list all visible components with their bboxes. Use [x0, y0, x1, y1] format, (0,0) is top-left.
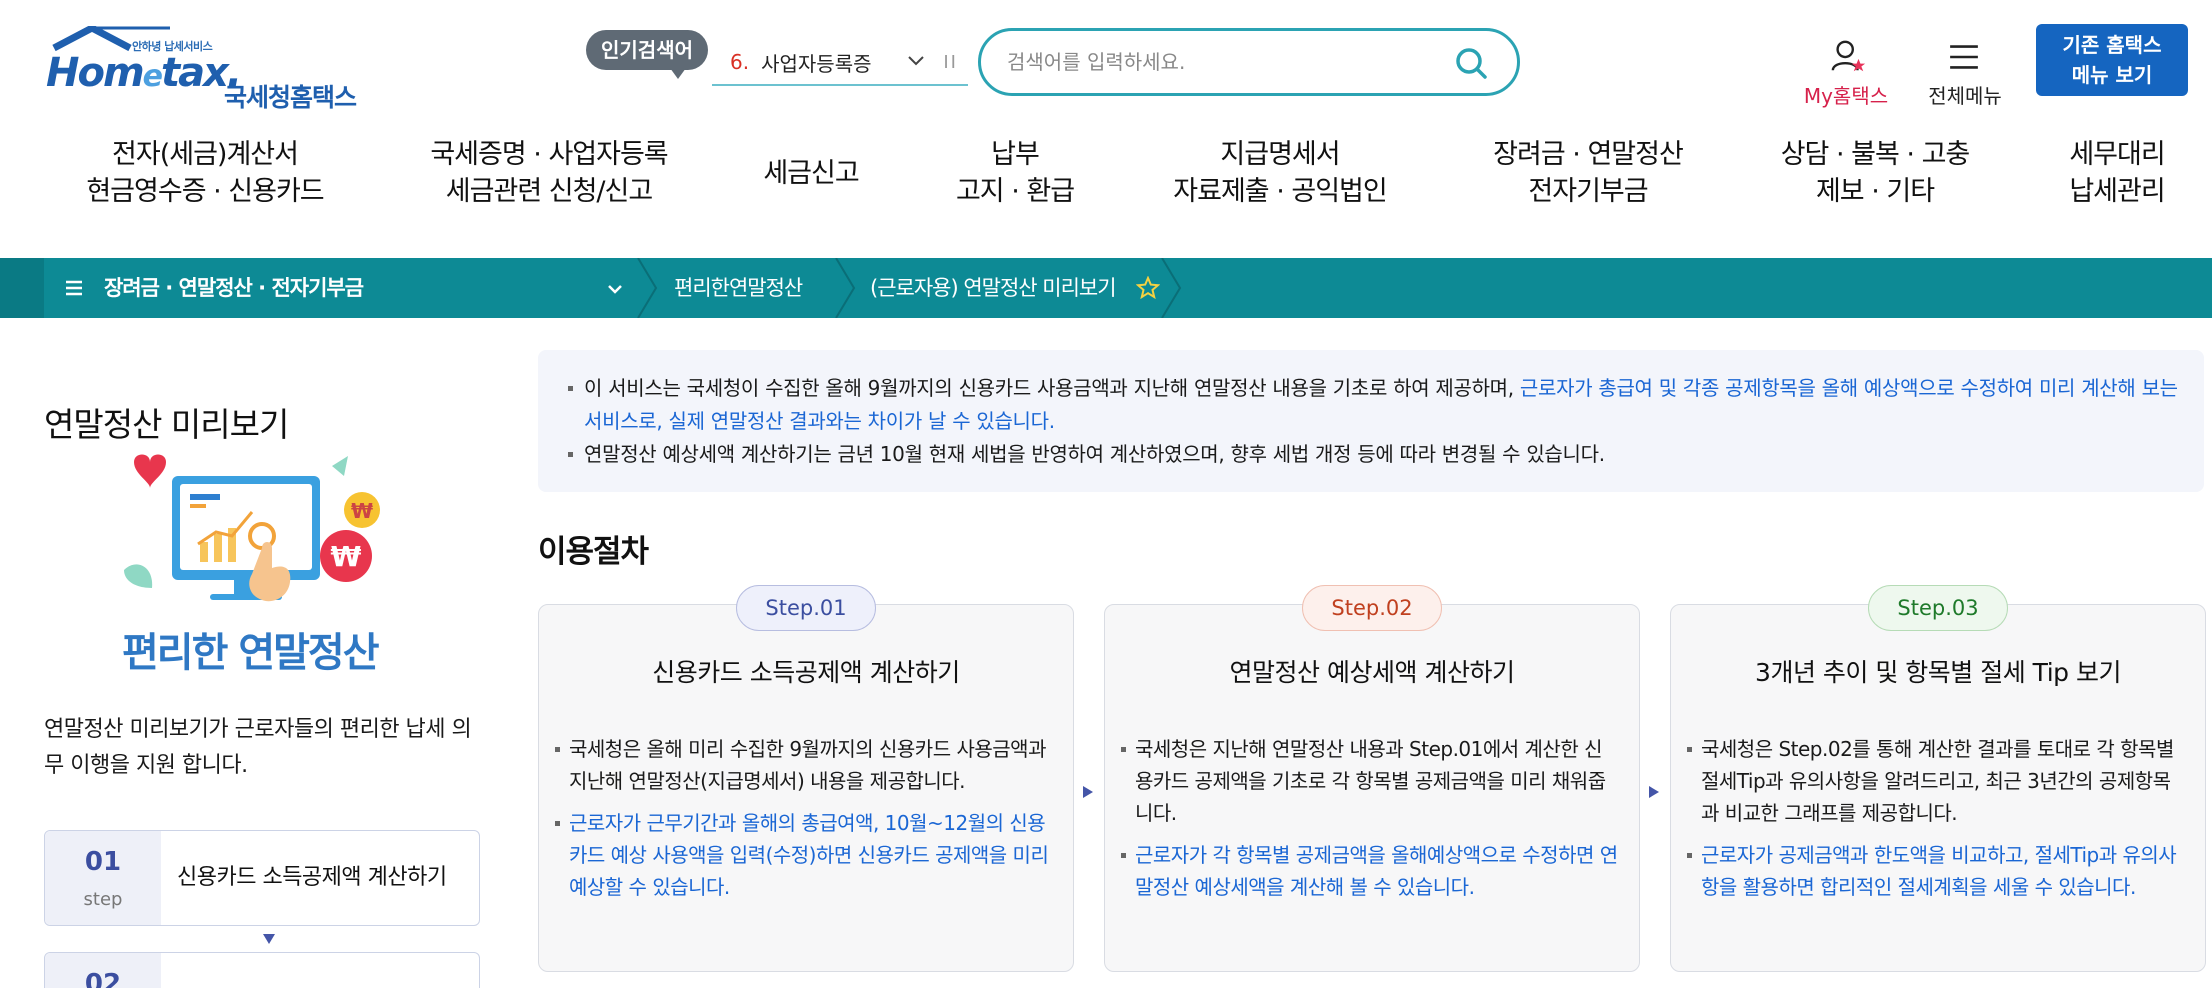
breadcrumb-level3: (근로자용) 연말정산 미리보기 — [870, 276, 1117, 300]
chevron-down-icon[interactable] — [604, 278, 626, 300]
step-card-highlight: 근로자가 공제금액과 한도액을 비교하고, 절세Tip과 유의사항을 활용하면 … — [1685, 839, 2185, 903]
step-card-title: 연말정산 예상세액 계산하기 — [1229, 658, 1515, 687]
procedure-title: 이용절차 — [538, 534, 649, 570]
step-card-text: 국세청은 지난해 연말정산 내용과 Step.01에서 계산한 신용카드 공제액… — [1119, 733, 1619, 829]
star-icon[interactable] — [1136, 276, 1160, 300]
breadcrumb-separator-icon — [835, 258, 856, 318]
nav-year-end-settlement[interactable]: 장려금 · 연말정산 전자기부금 — [1468, 128, 1708, 218]
step-card-text: 국세청은 Step.02를 통해 계산한 결과를 토대로 각 항목별 절세Tip… — [1685, 733, 2185, 829]
sidebar-description: 연말정산 미리보기가 근로자들의 편리한 납세 의무 이행을 지원 합니다. — [44, 717, 472, 778]
step-badge: Step.01 — [736, 585, 876, 631]
breadcrumb: 장려금 · 연말정산 · 전자기부금 편리한연말정산 (근로자용) 연말정산 미… — [0, 258, 2212, 318]
popular-search-select[interactable]: 6. 사업자등록증 II — [712, 40, 968, 86]
triangle-right-icon — [1649, 786, 1659, 798]
main-navigation: 전자(세금)계산서 현금영수증 · 신용카드 국세증명 · 사업자등록 세금관련… — [0, 128, 2212, 218]
old-hometax-menu-button[interactable]: 기존 홈택스 메뉴 보기 — [2036, 24, 2188, 96]
pause-icon[interactable]: II — [943, 52, 958, 73]
nav-tax-agent[interactable]: 세무대리 납세관리 — [2042, 128, 2192, 218]
hometax-logo[interactable]: 안하녕 납세서비스 Hometax. 국세청홈택스 — [44, 26, 374, 112]
logo-korean-text: 국세청홈택스 — [224, 83, 357, 112]
step-word: step — [83, 889, 123, 910]
notice-item: 이 서비스는 국세청이 수집한 올해 9월까지의 신용카드 사용금액과 지난해 … — [566, 372, 2186, 438]
sidebar-title: 연말정산 미리보기 — [44, 405, 289, 444]
step-card-01: Step.01 신용카드 소득공제액 계산하기 국세청은 올해 미리 수집한 9… — [538, 585, 1074, 972]
header: 안하녕 납세서비스 Hometax. 국세청홈택스 인기검색어 6. 사업자등록… — [0, 0, 2212, 120]
step-badge: Step.03 — [1868, 585, 2008, 631]
nav-payment-statement[interactable]: 지급명세서 자료제출 · 공익법인 — [1150, 128, 1410, 218]
my-hometax-link[interactable]: My홈택스 — [1800, 38, 1892, 108]
triangle-right-icon — [1083, 786, 1093, 798]
all-menu-button[interactable]: 전체메뉴 — [1920, 38, 2010, 108]
step-number-box: 01 step — [45, 831, 161, 925]
breadcrumb-separator-icon — [637, 258, 658, 318]
service-notice: 이 서비스는 국세청이 수집한 올해 9월까지의 신용카드 사용금액과 지난해 … — [538, 350, 2204, 492]
step-card-text: 국세청은 올해 미리 수집한 9월까지의 신용카드 사용금액과 지난해 연말정산… — [553, 733, 1053, 797]
illustration-caption: 편리한 연말정산 — [122, 630, 380, 676]
step-number: 01 — [84, 847, 122, 877]
my-hometax-label: My홈택스 — [1803, 84, 1889, 108]
breadcrumb-level1[interactable]: 장려금 · 연말정산 · 전자기부금 — [104, 258, 364, 318]
nav-tax-return[interactable]: 세금신고 — [746, 128, 876, 218]
search-icon[interactable] — [1453, 45, 1489, 81]
popular-rank: 6. — [730, 50, 750, 74]
nav-e-invoice[interactable]: 전자(세금)계산서 현금영수증 · 신용카드 — [60, 128, 350, 218]
step-card-title: 신용카드 소득공제액 계산하기 — [652, 658, 960, 687]
search-box — [978, 28, 1520, 96]
step-card-title: 3개년 추이 및 항목별 절세 Tip 보기 — [1755, 658, 2121, 687]
step-card-02: Step.02 연말정산 예상세액 계산하기 국세청은 지난해 연말정산 내용과… — [1104, 585, 1640, 972]
user-icon — [1831, 40, 1866, 72]
triangle-down-icon — [263, 934, 275, 944]
step-label: 신용카드 소득공제액 계산하기 — [177, 865, 447, 890]
step-number: 02 — [84, 969, 122, 988]
step-number-box: 02 — [45, 953, 161, 988]
nav-consultation[interactable]: 상담 · 불복 · 고충 제보 · 기타 — [1760, 128, 1990, 218]
all-menu-label: 전체메뉴 — [1928, 84, 2002, 108]
popular-search-badge: 인기검색어 — [586, 30, 708, 79]
notice-item: 연말정산 예상세액 계산하기는 금년 10월 현재 세법을 반영하여 계산하였으… — [566, 438, 2186, 471]
popular-keyword[interactable]: 사업자등록증 — [761, 48, 871, 77]
svg-text:₩: ₩ — [351, 499, 373, 523]
step-badge: Step.02 — [1302, 585, 1442, 631]
nav-certificate-registration[interactable]: 국세증명 · 사업자등록 세금관련 신청/신고 — [404, 128, 694, 218]
step-card-highlight: 근로자가 각 항목별 공제금액을 올해예상액으로 수정하면 연말정산 예상세액을… — [1119, 839, 1619, 903]
hamburger-icon — [1950, 45, 1978, 69]
logo-wordmark: Hometax. — [46, 50, 242, 96]
breadcrumb-edge — [0, 258, 44, 318]
menu-icon[interactable] — [64, 278, 84, 298]
sidebar-step-02[interactable]: 02 — [44, 952, 480, 988]
search-input[interactable] — [1007, 50, 1427, 74]
breadcrumb-level2[interactable]: 편리한연말정산 — [674, 258, 803, 318]
sidebar-step-01[interactable]: 01 step 신용카드 소득공제액 계산하기 — [44, 830, 480, 926]
chevron-down-icon[interactable] — [906, 50, 926, 70]
svg-text:₩: ₩ — [331, 540, 362, 573]
nav-payment-refund[interactable]: 납부 고지 · 환급 — [930, 128, 1100, 218]
step-card-highlight: 근로자가 근무기간과 올해의 총급여액, 10월~12월의 신용카드 예상 사용… — [553, 807, 1053, 903]
step-card-03: Step.03 3개년 추이 및 항목별 절세 Tip 보기 국세청은 Step… — [1670, 585, 2206, 972]
breadcrumb-separator-icon — [1161, 258, 1182, 318]
